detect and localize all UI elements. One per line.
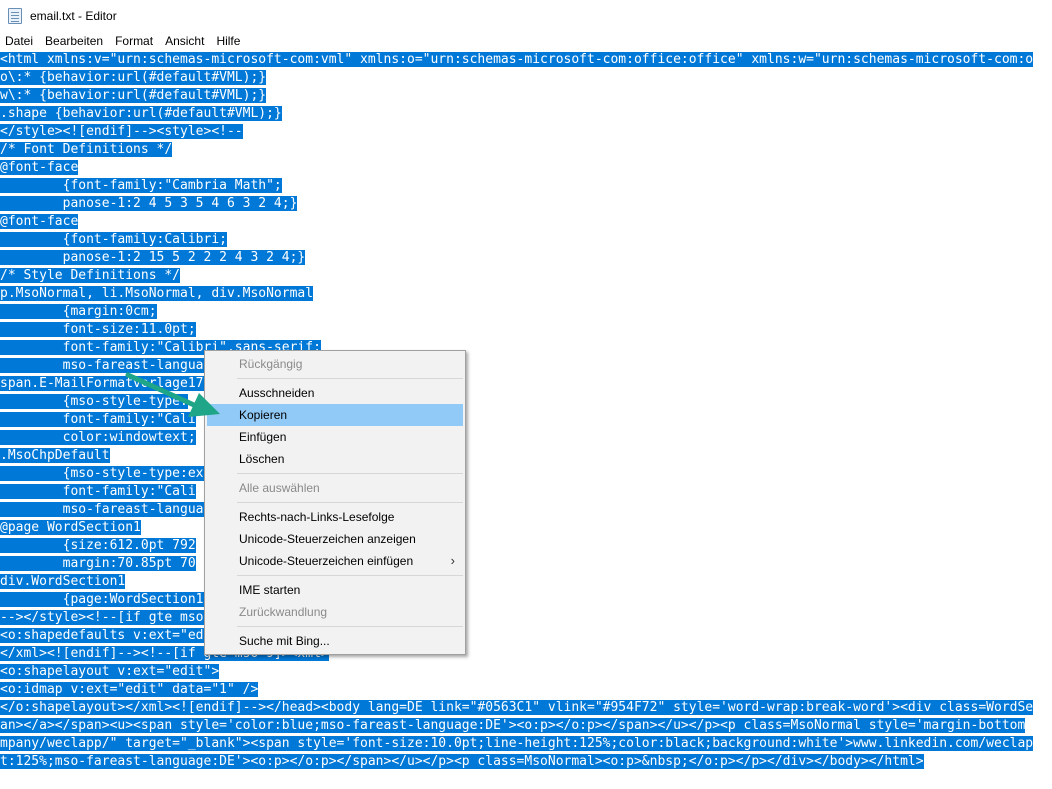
text-line: <o:shapedefaults v:ext="ed [0, 628, 204, 643]
text-line: </o:shapelayout></xml><![endif]--></head… [0, 700, 1034, 715]
menu-format[interactable]: Format [110, 34, 160, 48]
text-line: {font-family:"Cambria Math"; [0, 178, 282, 193]
menu-bar: Datei Bearbeiten Format Ansicht Hilfe [0, 31, 1052, 50]
menu-item-paste[interactable]: Einfügen [207, 426, 463, 448]
text-line: </style><![endif]--><style><!-- [0, 124, 243, 139]
menu-item-cut[interactable]: Ausschneiden [207, 382, 463, 404]
text-line: panose-1:2 4 5 3 5 4 6 3 2 4;} [0, 196, 298, 211]
menu-datei[interactable]: Datei [0, 34, 40, 48]
window-title: email.txt - Editor [30, 8, 117, 23]
text-line: {margin:0cm; [0, 304, 157, 319]
menu-item-search-bing[interactable]: Suche mit Bing... [207, 630, 463, 652]
text-line: {mso-style-type:ex [0, 466, 204, 481]
text-line: --></style><!--[if gte mso [0, 610, 204, 625]
text-line: mpany/weclapp/" target="_blank"><span st… [0, 736, 1034, 751]
text-line: {font-family:Calibri; [0, 232, 227, 247]
text-line: font-size:11.0pt; [0, 322, 196, 337]
menu-hilfe[interactable]: Hilfe [211, 34, 247, 48]
text-line: /* Font Definitions */ [0, 142, 173, 157]
text-editor[interactable]: <html xmlns:v="urn:schemas-microsoft-com… [0, 50, 1052, 789]
menu-bearbeiten[interactable]: Bearbeiten [40, 34, 110, 48]
menu-separator [237, 378, 463, 379]
text-line: font-family:"Cali [0, 412, 196, 427]
text-line: t:125%;mso-fareast-language:DE'><o:p></o… [0, 754, 924, 769]
text-line: /* Style Definitions */ [0, 268, 181, 283]
chevron-right-icon: › [450, 553, 455, 568]
text-line: {mso-style-type: [0, 394, 188, 409]
text-line: <o:idmap v:ext="edit" data="1" /> [0, 682, 259, 697]
text-line: div.WordSection1 [0, 574, 126, 589]
menu-item-show-unicode[interactable]: Unicode-Steuerzeichen anzeigen [207, 528, 463, 550]
title-bar: email.txt - Editor [0, 0, 1052, 31]
text-line: panose-1:2 15 5 2 2 2 4 3 2 4;} [0, 250, 306, 265]
text-line: mso-fareast-langua [0, 502, 204, 517]
context-menu: Rückgängig Ausschneiden Kopieren Einfüge… [204, 350, 466, 655]
menu-item-reconversion[interactable]: Zurückwandlung [207, 601, 463, 623]
text-line: .MsoChpDefault [0, 448, 110, 463]
menu-item-select-all[interactable]: Alle auswählen [207, 477, 463, 499]
text-line: {page:WordSection1 [0, 592, 204, 607]
text-line: color:windowtext; [0, 430, 196, 445]
text-line: margin:70.85pt 70 [0, 556, 196, 571]
text-line: o\:* {behavior:url(#default#VML);} [0, 70, 267, 85]
menu-item-rtl-reading-order[interactable]: Rechts-nach-Links-Lesefolge [207, 506, 463, 528]
menu-item-copy[interactable]: Kopieren [207, 404, 463, 426]
text-line: span.E-MailFormatvorlage17 [0, 376, 204, 391]
text-line: an></a></span><u><span style='color:blue… [0, 718, 1026, 733]
text-line: @font-face [0, 214, 79, 229]
text-line: <html xmlns:v="urn:schemas-microsoft-com… [0, 52, 1034, 67]
text-line: w\:* {behavior:url(#default#VML);} [0, 88, 267, 103]
text-line: p.MsoNormal, li.MsoNormal, div.MsoNormal [0, 286, 314, 301]
menu-item-insert-unicode-label: Unicode-Steuerzeichen einfügen [239, 554, 414, 568]
menu-separator [237, 626, 463, 627]
menu-item-ime-open[interactable]: IME starten [207, 579, 463, 601]
menu-separator [237, 502, 463, 503]
text-line: .shape {behavior:url(#default#VML);} [0, 106, 282, 121]
menu-separator [237, 575, 463, 576]
text-line: @page WordSection1 [0, 520, 141, 535]
menu-item-undo[interactable]: Rückgängig [207, 353, 463, 375]
menu-ansicht[interactable]: Ansicht [160, 34, 211, 48]
text-line: mso-fareast-langua [0, 358, 204, 373]
menu-item-insert-unicode[interactable]: Unicode-Steuerzeichen einfügen › [207, 550, 463, 572]
text-line: font-family:"Cali [0, 484, 196, 499]
text-line: <o:shapelayout v:ext="edit"> [0, 664, 220, 679]
notepad-icon [8, 7, 22, 24]
menu-separator [237, 473, 463, 474]
text-line: @font-face [0, 160, 79, 175]
text-line: {size:612.0pt 792 [0, 538, 196, 553]
menu-item-delete[interactable]: Löschen [207, 448, 463, 470]
